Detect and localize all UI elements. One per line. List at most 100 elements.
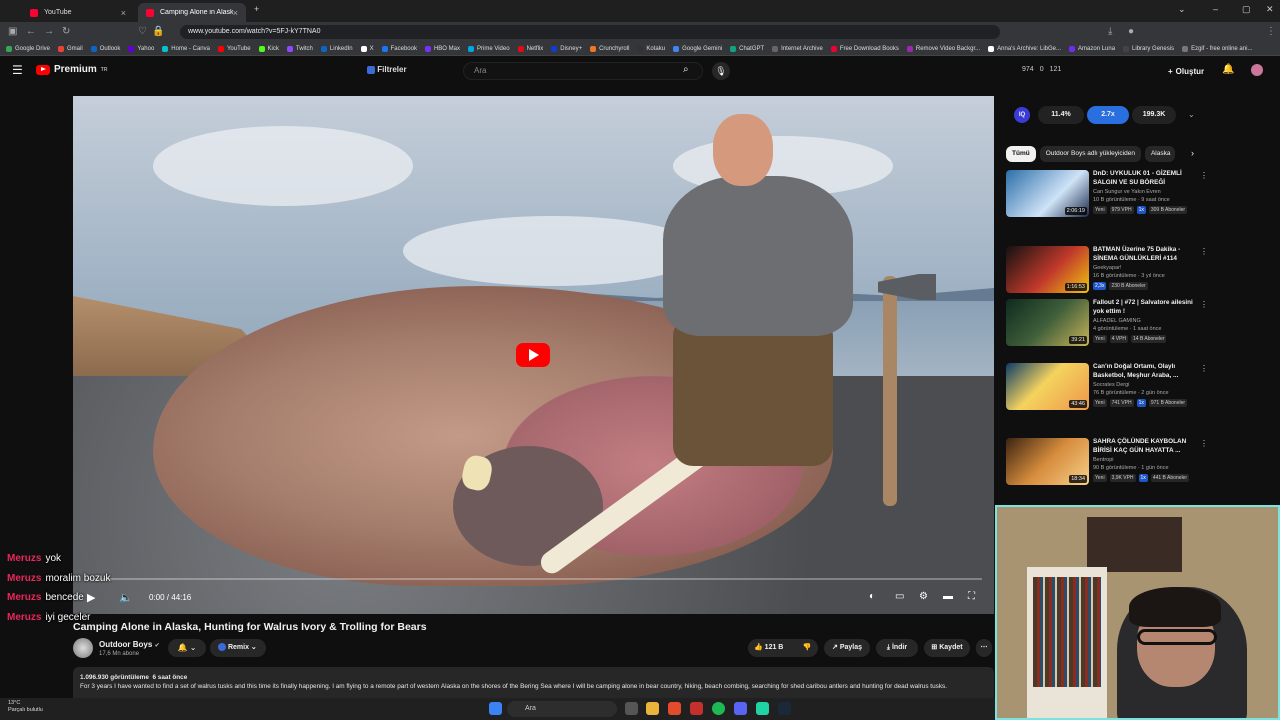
task-view-icon[interactable] <box>625 702 638 715</box>
channel-avatar[interactable] <box>73 638 93 658</box>
bookmark-item[interactable]: Free Download Books <box>830 45 899 52</box>
bookmark-item[interactable]: YouTube <box>217 45 251 52</box>
bookmark-item[interactable]: LinkedIn <box>320 45 353 52</box>
chip-alaska[interactable]: Alaska <box>1144 146 1175 162</box>
tab-current-video[interactable]: Camping Alone in Alaska, Hunt × <box>138 3 246 22</box>
recommendation-channel[interactable]: Bentropi <box>1093 457 1114 463</box>
video-player[interactable]: ▶ 🔈 0:00 / 44:16 ◐ ▭ ⚙ ▬ ⛶ <box>73 96 994 614</box>
filters-button[interactable]: Filtreler <box>367 65 407 74</box>
bookmark-item[interactable]: Prime Video <box>467 45 510 52</box>
remix-button[interactable]: Remix ⌄ <box>210 639 266 657</box>
save-button[interactable]: ⊞ Kaydet <box>924 639 970 657</box>
subtitles-icon[interactable]: ▭ <box>895 591 904 602</box>
weather-widget[interactable]: 13°C Parçalı bulutlu <box>8 700 43 714</box>
bookmark-item[interactable]: Internet Archive <box>772 45 823 52</box>
video-thumbnail[interactable]: 18:34 <box>1006 438 1089 485</box>
more-options-icon[interactable]: ⋮ <box>1200 300 1208 309</box>
recommendation-title[interactable]: DnD: UYKULUK 01 - GİZEMLİ SALGIN VE SU B… <box>1093 170 1199 187</box>
bookmark-item[interactable]: Remove Video Backgr... <box>906 45 980 52</box>
video-thumbnail[interactable]: 39:21 <box>1006 299 1089 346</box>
bookmark-item[interactable]: HBO Max <box>424 45 460 52</box>
more-options-icon[interactable]: ⋮ <box>1200 171 1208 180</box>
bookmark-item[interactable]: Anna's Archive: LibGe... <box>988 45 1061 52</box>
reload-icon[interactable]: ↻ <box>62 26 70 37</box>
close-tab-icon[interactable]: × <box>233 8 238 18</box>
bookmark-item[interactable]: Twitch <box>286 45 313 52</box>
download-button[interactable]: ⤓ İndir <box>876 639 918 657</box>
bookmark-item[interactable]: Gmail <box>58 45 83 52</box>
bookmark-item[interactable]: X <box>360 45 374 52</box>
bookmark-item[interactable]: Kick <box>258 45 279 52</box>
bookmark-item[interactable]: Amazon Luna <box>1069 45 1115 52</box>
recommendation-item[interactable]: 1:16:53 BATMAN Üzerine 75 Dakika - SİNEM… <box>1006 246 1208 296</box>
app-icon[interactable] <box>690 702 703 715</box>
bookmark-item[interactable]: Google Gemini <box>673 45 722 52</box>
bookmark-item[interactable]: Home - Canva <box>162 45 210 52</box>
chevron-right-icon[interactable]: › <box>1191 148 1194 158</box>
tab-list-icon[interactable]: ⌄ <box>1178 4 1186 15</box>
start-menu-icon[interactable] <box>489 702 502 715</box>
bookmark-item[interactable]: Kotaku <box>637 45 665 52</box>
close-window-icon[interactable]: ✕ <box>1266 4 1274 15</box>
recommendation-title[interactable]: Fallout 2 | #72 | Salvatore ailesini yok… <box>1093 299 1199 316</box>
recommendation-title[interactable]: SAHRA ÇÖLÜNDE KAYBOLAN BİRİSİ KAÇ GÜN HA… <box>1093 438 1199 455</box>
file-explorer-icon[interactable] <box>646 702 659 715</box>
search-icon[interactable]: ⌕ <box>683 64 689 75</box>
url-field[interactable]: www.youtube.com/watch?v=5FJ-kY7TNA0 <box>180 25 1000 39</box>
taskbar-search[interactable]: Ara <box>507 701 617 717</box>
fullscreen-icon[interactable]: ⛶ <box>968 591 975 602</box>
share-button[interactable]: ↗ Paylaş <box>824 639 870 657</box>
volume-icon[interactable]: 🔈 <box>119 591 133 604</box>
back-icon[interactable]: ← <box>26 26 36 37</box>
bookmark-item[interactable]: Facebook <box>381 45 417 52</box>
chevron-down-icon[interactable]: ⌄ <box>1188 110 1195 119</box>
big-play-button[interactable] <box>516 343 550 367</box>
create-button[interactable]: + Oluştur <box>1168 63 1204 79</box>
chip-from-uploader[interactable]: Outdoor Boys adlı yükleyiciden <box>1039 146 1141 162</box>
app-icon[interactable] <box>756 702 769 715</box>
extension-icon[interactable]: ♡ <box>138 26 147 37</box>
settings-gear-icon[interactable]: ⚙ <box>919 591 928 602</box>
more-options-icon[interactable]: ⋮ <box>1200 439 1208 448</box>
discord-icon[interactable] <box>734 702 747 715</box>
theater-mode-icon[interactable]: ▬ <box>943 591 953 602</box>
youtube-logo[interactable]: Premium TR <box>36 64 107 75</box>
recommendation-item[interactable]: 43:46 Can'ın Doğal Ortamı, Olaylı Basket… <box>1006 363 1208 413</box>
channel-name[interactable]: Outdoor Boys ✔ <box>99 640 160 649</box>
bookmark-item[interactable]: Google Drive <box>6 45 50 52</box>
bookmark-item[interactable]: Yahoo <box>128 45 154 52</box>
bookmark-item[interactable]: Ezgif - free online ani... <box>1182 45 1252 52</box>
profile-icon[interactable]: ● <box>1128 26 1134 37</box>
bookmark-item[interactable]: Disney+ <box>551 45 582 52</box>
subscribe-bell-button[interactable]: 🔔 ⌄ <box>168 639 206 657</box>
sidebar-toggle-icon[interactable]: ▣ <box>8 26 17 37</box>
bookmark-item[interactable]: Outlook <box>90 45 120 52</box>
menu-icon[interactable]: ⋮ <box>1266 26 1276 37</box>
video-thumbnail[interactable]: 2:06:19 <box>1006 170 1089 217</box>
recommendation-item[interactable]: 2:06:19 DnD: UYKULUK 01 - GİZEMLİ SALGIN… <box>1006 170 1208 220</box>
search-input[interactable]: Ara <box>463 62 703 80</box>
bookmark-item[interactable]: ChatGPT <box>730 45 764 52</box>
more-options-icon[interactable]: ⋮ <box>1200 364 1208 373</box>
browser-icon[interactable] <box>668 702 681 715</box>
iq-extension-badge[interactable]: IQ <box>1014 107 1030 123</box>
new-tab-button[interactable]: + <box>254 4 259 14</box>
recommendation-title[interactable]: BATMAN Üzerine 75 Dakika - SİNEMA GÜNLÜK… <box>1093 246 1199 263</box>
maximize-icon[interactable]: ▢ <box>1242 4 1251 15</box>
chip-all[interactable]: Tümü <box>1006 146 1036 162</box>
autoplay-toggle-icon[interactable]: ◐ <box>869 591 875 602</box>
voice-search-button[interactable]: 🎙 <box>712 62 730 80</box>
dislike-button[interactable]: 👎 <box>796 639 818 657</box>
recommendation-channel[interactable]: Can Sungur ve Yakın Evren <box>1093 189 1161 195</box>
forward-icon[interactable]: → <box>44 26 54 37</box>
bookmark-item[interactable]: Library Genesis <box>1123 45 1174 52</box>
notifications-icon[interactable]: 🔔 <box>1222 64 1234 75</box>
recommendation-channel[interactable]: Geekyapar! <box>1093 265 1121 271</box>
minimize-icon[interactable]: – <box>1213 4 1218 14</box>
recommendation-item[interactable]: 39:21 Fallout 2 | #72 | Salvatore ailesi… <box>1006 299 1208 349</box>
recommendation-channel[interactable]: Socrates Dergi <box>1093 382 1129 388</box>
spotify-icon[interactable] <box>712 702 725 715</box>
more-actions-button[interactable]: ⋯ <box>976 639 992 657</box>
download-icon[interactable]: ⤓ <box>1108 26 1112 37</box>
recommendation-item[interactable]: 18:34 SAHRA ÇÖLÜNDE KAYBOLAN BİRİSİ KAÇ … <box>1006 438 1208 488</box>
